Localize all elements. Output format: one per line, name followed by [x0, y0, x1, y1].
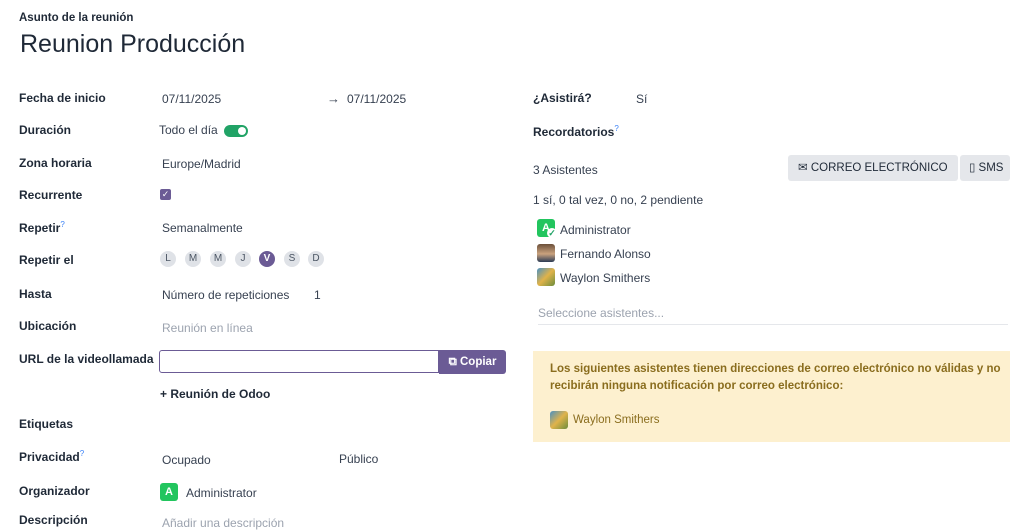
day-thursday[interactable]: J [235, 251, 251, 267]
odoo-meeting-button[interactable]: + Reunión de Odoo [160, 387, 270, 401]
video-url-label: URL de la videollamada [19, 352, 154, 366]
repeat-help-icon[interactable]: ? [60, 220, 64, 229]
email-button[interactable]: ✉ CORREO ELECTRÓNICO [788, 155, 958, 181]
video-url-input[interactable] [159, 350, 439, 373]
attendee-name[interactable]: Fernando Alonso [560, 247, 651, 261]
envelope-icon: ✉ [798, 162, 808, 174]
attendees-count: 3 Asistentes [533, 163, 598, 177]
privacy-help-icon[interactable]: ? [80, 449, 84, 458]
weekday-selector: L M M J V S D [160, 251, 330, 269]
attendee-avatar [537, 244, 555, 262]
reminders-label: Recordatorios? [533, 124, 619, 139]
accepted-check-icon: ✓ [547, 228, 557, 238]
timezone-label: Zona horaria [19, 156, 92, 170]
timezone-select[interactable]: Europe/Madrid [162, 157, 241, 171]
day-wednesday[interactable]: M [210, 251, 226, 267]
reminders-help-icon[interactable]: ? [614, 124, 618, 133]
privacy-busy-select[interactable]: Ocupado [162, 453, 211, 467]
organizer-name[interactable]: Administrator [186, 486, 257, 500]
all-day-field: Todo el día [159, 123, 248, 137]
organizer-label: Organizador [19, 484, 90, 498]
subject-label: Asunto de la reunión [19, 12, 134, 24]
start-date-input[interactable]: 07/11/2025 [162, 92, 221, 106]
privacy-label-text: Privacidad [19, 450, 80, 464]
attendee-avatar [537, 268, 555, 286]
copy-button[interactable]: ⧉ Copiar [439, 350, 506, 374]
invalid-email-warning: Los siguientes asistentes tienen direcci… [533, 351, 1010, 442]
all-day-toggle[interactable] [223, 124, 248, 137]
location-label: Ubicación [19, 319, 77, 333]
repeat-label: Repetir? [19, 220, 65, 235]
start-date-label: Fecha de inicio [19, 91, 106, 105]
email-button-label: CORREO ELECTRÓNICO [810, 162, 948, 174]
attend-label: ¿Asistirá? [533, 91, 592, 105]
day-saturday[interactable]: S [284, 251, 300, 267]
recurrent-checkbox[interactable]: ✓ [160, 189, 171, 200]
attendees-summary: 1 sí, 0 tal vez, 0 no, 2 pendiente [533, 193, 704, 207]
tags-label: Etiquetas [19, 417, 74, 431]
sms-button[interactable]: ▯ SMS [960, 155, 1010, 181]
attendee-name[interactable]: Waylon Smithers [560, 271, 650, 285]
warning-text: Los siguientes asistentes tienen direcci… [550, 363, 1001, 392]
copy-button-label: Copiar [460, 356, 497, 368]
privacy-public-select[interactable]: Público [339, 452, 378, 466]
until-label: Hasta [19, 287, 52, 301]
select-attendees-input[interactable]: Seleccione asistentes... [538, 306, 1008, 325]
attend-select[interactable]: Sí [636, 92, 647, 106]
subject-title[interactable]: Reunion Producción [20, 30, 245, 59]
warning-attendee-name[interactable]: Waylon Smithers [573, 414, 660, 426]
description-label: Descripción [19, 513, 88, 527]
copy-icon: ⧉ [448, 356, 457, 368]
reminders-label-text: Recordatorios [533, 125, 615, 139]
privacy-label: Privacidad? [19, 449, 84, 464]
organizer-avatar: A [160, 483, 178, 501]
day-sunday[interactable]: D [308, 251, 324, 267]
day-monday[interactable]: L [160, 251, 176, 267]
attendee-avatar: A ✓ [537, 219, 557, 238]
location-input[interactable]: Reunión en línea [162, 321, 253, 335]
repeat-select[interactable]: Semanalmente [162, 221, 243, 235]
all-day-text: Todo el día [159, 123, 218, 137]
duration-label: Duración [19, 123, 72, 137]
attendee-name[interactable]: Administrator [560, 223, 631, 237]
description-input[interactable]: Añadir una descripción [162, 516, 284, 530]
until-count-input[interactable]: 1 [314, 288, 321, 302]
day-friday[interactable]: V [259, 251, 275, 267]
sms-button-label: SMS [978, 162, 1004, 174]
until-select[interactable]: Número de repeticiones [162, 288, 289, 302]
repeat-on-label: Repetir el [19, 253, 74, 267]
mobile-icon: ▯ [969, 162, 976, 174]
recurrent-label: Recurrente [19, 188, 83, 202]
end-date-input[interactable]: 07/11/2025 [347, 92, 406, 106]
day-tuesday[interactable]: M [185, 251, 201, 267]
date-range-arrow-icon: → [327, 91, 340, 106]
warning-attendee-avatar [550, 411, 568, 429]
repeat-label-text: Repetir [19, 221, 61, 235]
